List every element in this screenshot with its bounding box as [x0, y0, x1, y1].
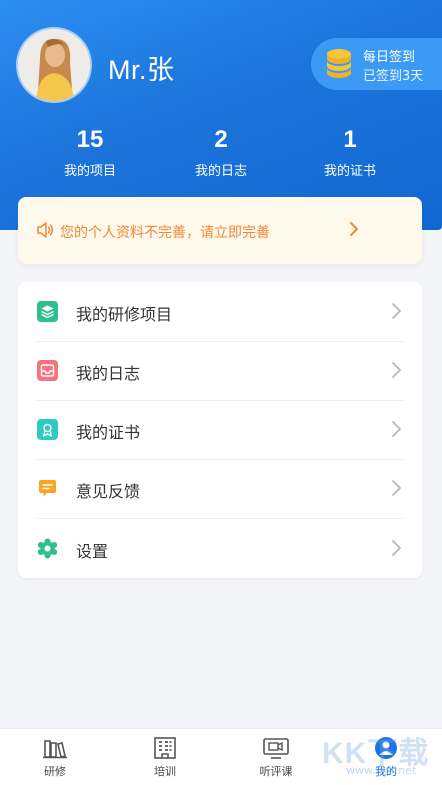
settings-icon	[37, 538, 58, 559]
menu-label-projects: 我的研修项目	[76, 305, 173, 324]
checkin-title: 每日签到	[363, 50, 416, 65]
stat-certificates-label: 我的证书	[323, 164, 376, 179]
tab-mine-label: 我的	[375, 765, 397, 778]
chevron-right-icon	[392, 303, 401, 319]
speaker-icon	[37, 222, 53, 238]
menu-list: 我的研修项目 我的日志 我的证书 意见反馈 设置	[18, 282, 422, 578]
checkin-days: 已签到3天	[363, 69, 424, 84]
chevron-right-icon	[392, 362, 401, 378]
feedback-icon	[39, 480, 56, 497]
username: Mr.张	[108, 55, 175, 85]
building-icon	[154, 737, 176, 759]
stat-logs-value: 2	[214, 126, 228, 153]
chevron-right-icon	[392, 480, 401, 496]
menu-label-logs: 我的日志	[76, 364, 141, 383]
menu-item-settings[interactable]: 设置	[18, 519, 422, 578]
menu-label-settings: 设置	[76, 542, 109, 561]
inbox-icon	[37, 360, 58, 381]
stat-certificates[interactable]: 1 我的证书	[290, 126, 410, 179]
stat-projects-label: 我的项目	[63, 164, 116, 179]
stat-certificates-value: 1	[343, 126, 357, 153]
books-icon	[43, 740, 67, 759]
menu-item-certificates[interactable]: 我的证书	[18, 400, 422, 459]
tab-lesson-review-label: 听评课	[259, 765, 293, 778]
tab-training-label: 培训	[154, 765, 176, 778]
daily-checkin-button[interactable]: 每日签到 已签到3天	[311, 38, 442, 90]
tab-training[interactable]: 培训	[135, 737, 195, 779]
layers-icon	[37, 301, 58, 322]
video-icon	[263, 738, 289, 759]
menu-label-feedback: 意见反馈	[76, 482, 141, 501]
bottom-tab-bar: 研修 培训 听评课 我的	[0, 728, 442, 785]
certificate-icon	[37, 419, 58, 440]
notice-text: 您的个人资料不完善，请立即完善	[60, 225, 270, 241]
tab-lesson-review[interactable]: 听评课	[246, 737, 306, 779]
chevron-right-icon	[350, 222, 358, 236]
tab-study[interactable]: 研修	[25, 737, 85, 779]
chevron-right-icon	[392, 421, 401, 437]
tab-mine[interactable]: 我的	[356, 737, 416, 779]
person-icon	[375, 737, 397, 759]
avatar-image	[18, 29, 90, 101]
stat-projects[interactable]: 15 我的项目	[30, 126, 150, 179]
stat-logs[interactable]: 2 我的日志	[161, 126, 281, 179]
stat-projects-value: 15	[76, 126, 104, 153]
menu-item-projects[interactable]: 我的研修项目	[18, 282, 422, 341]
menu-label-certificates: 我的证书	[76, 423, 141, 442]
stat-logs-label: 我的日志	[194, 164, 247, 179]
profile-incomplete-notice[interactable]: 您的个人资料不完善，请立即完善	[18, 197, 422, 264]
menu-item-logs[interactable]: 我的日志	[18, 341, 422, 400]
profile-header: Mr.张 每日签到 已签到3天 15 我的项目 2 我的日志 1 我的证书	[0, 0, 442, 230]
chevron-right-icon	[392, 540, 401, 556]
menu-item-feedback[interactable]: 意见反馈	[18, 459, 422, 518]
coin-stack-icon	[327, 49, 351, 78]
tab-study-label: 研修	[44, 765, 66, 778]
avatar[interactable]	[18, 29, 90, 101]
